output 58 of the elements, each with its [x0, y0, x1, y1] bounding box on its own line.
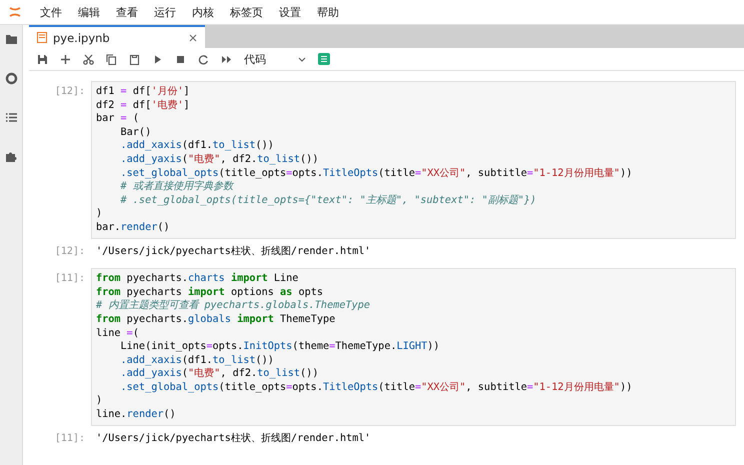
- notebook-icon: [37, 32, 47, 43]
- output-prompt: [12]:: [54, 244, 86, 258]
- code-line: .set_global_opts(title_opts=opts.TitleOpts(title="XX公司", subtitle="1-12月份用电量")): [120, 380, 634, 394]
- chevron-down-icon: [298, 56, 306, 62]
- code-line: # .set_global_opts(title_opts={"text": "主标题", "subtext": "副标题"}): [120, 194, 538, 208]
- notebook-tab[interactable]: pye.ipynb: [29, 25, 205, 48]
- cell-prompt: [11]:: [54, 272, 86, 286]
- circle-icon[interactable]: [4, 72, 18, 85]
- save-icon[interactable]: [37, 54, 48, 64]
- paste-icon[interactable]: [129, 54, 140, 64]
- code-line: line =(: [96, 326, 140, 340]
- output-prompt: [11]:: [54, 432, 86, 446]
- list-icon[interactable]: [4, 111, 18, 124]
- fast-forward-icon[interactable]: [221, 54, 232, 64]
- code-line: .add_xaxis(df1.to_list()): [120, 139, 275, 153]
- menu-item[interactable]: 设置: [271, 4, 309, 20]
- folder-icon[interactable]: [4, 33, 18, 46]
- code-line: bar.render(): [96, 220, 171, 235]
- code-cell[interactable]: [91, 81, 736, 239]
- code-line: .set_global_opts(title_opts=opts.TitleOpts(title="XX公司", subtitle="1-12月份用电量")): [120, 166, 634, 180]
- close-icon[interactable]: [189, 34, 197, 42]
- logo-icon[interactable]: [8, 5, 22, 19]
- code-line: # 或者直接使用字典参数: [120, 180, 235, 194]
- cell-type-dropdown[interactable]: 代码: [244, 52, 306, 66]
- code-line: df2 = df['电费']: [96, 98, 191, 112]
- code-line: Bar(): [120, 126, 152, 140]
- puzzle-icon[interactable]: [4, 150, 18, 163]
- cell-output: '/Users/jick/pyecharts柱状、折线图/render.html': [95, 432, 372, 446]
- menu-item[interactable]: 文件: [32, 4, 70, 20]
- code-line: from pyecharts.charts import Line: [96, 272, 300, 286]
- copy-icon[interactable]: [106, 54, 117, 64]
- code-line: .add_yaxis("电费", df2.to_list()): [120, 152, 320, 167]
- menu-item[interactable]: 内核: [184, 4, 222, 20]
- code-line: bar = (: [96, 112, 140, 126]
- menu-item[interactable]: 运行: [146, 4, 184, 20]
- cell-prompt: [12]:: [54, 85, 86, 99]
- menu-item[interactable]: 标签页: [222, 4, 271, 20]
- code-line: # 内置主题类型可查看 pyecharts.globals.ThemeType: [96, 299, 372, 313]
- code-line: from pyecharts.globals import ThemeType: [96, 312, 336, 326]
- code-line: ): [96, 394, 104, 408]
- code-line: from pyecharts import options as opts: [96, 286, 324, 300]
- code-cell[interactable]: [91, 268, 736, 426]
- cut-icon[interactable]: [83, 54, 94, 64]
- code-line: df1 = df['月份']: [96, 85, 191, 99]
- code-line: .add_yaxis("电费", df2.to_list()): [120, 367, 320, 381]
- notebook-grid-icon[interactable]: [318, 53, 330, 65]
- restart-icon[interactable]: [198, 54, 209, 64]
- add-icon[interactable]: [60, 54, 71, 64]
- code-line: line.render(): [96, 408, 177, 422]
- stop-icon[interactable]: [175, 54, 186, 64]
- code-line: ): [96, 207, 104, 221]
- menu-item[interactable]: 编辑: [70, 4, 108, 20]
- code-line: .add_xaxis(df1.to_list()): [120, 354, 275, 368]
- menu-item[interactable]: 查看: [108, 4, 146, 20]
- run-icon[interactable]: [152, 54, 163, 64]
- menu-item[interactable]: 帮助: [309, 4, 347, 20]
- cell-output: '/Users/jick/pyecharts柱状、折线图/render.html': [95, 244, 372, 258]
- code-line: Line(init_opts=opts.InitOpts(theme=ThemeType.LIGHT)): [120, 340, 441, 354]
